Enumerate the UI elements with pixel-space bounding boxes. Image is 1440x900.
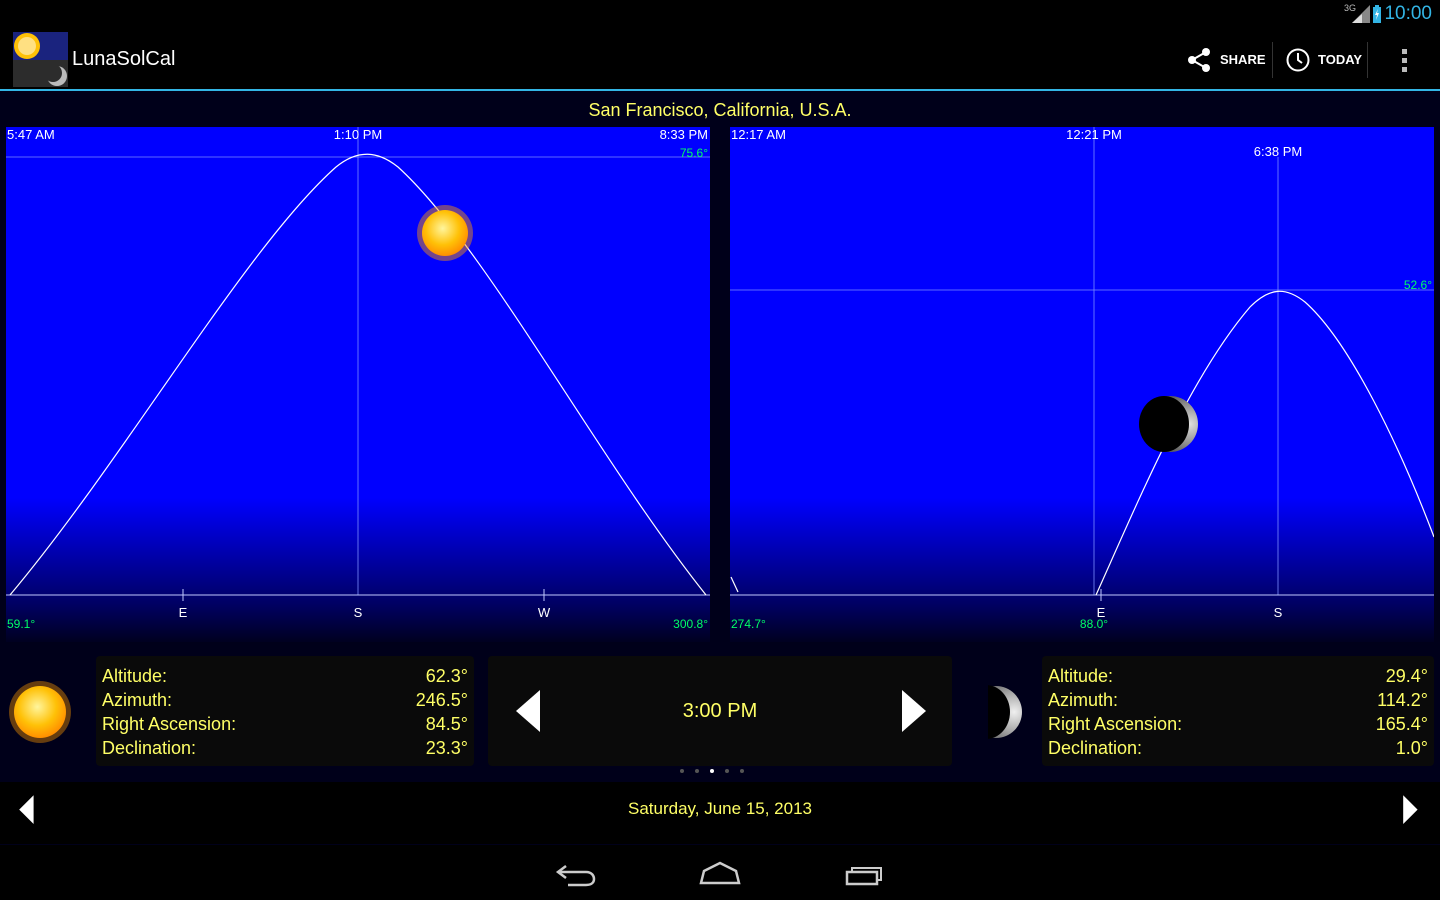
clock-icon — [1286, 48, 1310, 71]
sunset-time: 8:33 PM — [660, 127, 708, 142]
sun-position-icon — [417, 205, 473, 261]
page-indicator — [680, 769, 760, 777]
moonset-time: 6:38 PM — [1254, 144, 1302, 159]
right-arrow-icon — [902, 690, 926, 732]
moon-altitude-label: Altitude: — [1048, 666, 1114, 686]
moon-path-plot[interactable]: 12:17 AM 12:21 PM 6:38 PM 52.6° E S 274.… — [730, 127, 1434, 642]
status-clock: 10:00 — [1384, 3, 1432, 24]
direction-label-east: E — [179, 605, 188, 620]
sunrise-time: 5:47 AM — [7, 127, 55, 142]
moon-info-card: Altitude: 29.4° Azimuth: 114.2° Right As… — [1042, 656, 1434, 766]
time-next-button[interactable] — [898, 688, 928, 734]
location-title: San Francisco, California, U.S.A. — [588, 100, 852, 120]
moon-declination-label: Declination: — [1048, 738, 1143, 758]
moon-ra-value: 165.4° — [1375, 714, 1428, 734]
selected-date[interactable]: Saturday, June 15, 2013 — [0, 799, 1440, 819]
action-separator — [1367, 42, 1368, 78]
recents-icon[interactable] — [843, 858, 887, 890]
today-button[interactable]: TODAY — [1286, 30, 1362, 89]
moonrise-azimuth-label: 88.0° — [1080, 617, 1108, 631]
share-button[interactable]: SHARE — [1186, 30, 1266, 89]
sunrise-azimuth-label: 59.1° — [7, 617, 35, 631]
direction-label-west: W — [538, 605, 551, 620]
action-separator — [1272, 42, 1273, 78]
app-logo-icon[interactable] — [13, 32, 68, 87]
sun-info-card: Altitude: 62.3° Azimuth: 246.5° Right As… — [96, 656, 474, 766]
sunset-azimuth-label: 300.8° — [673, 617, 708, 631]
moonrise-time: 12:17 AM — [731, 127, 786, 142]
page-dot[interactable] — [695, 769, 699, 773]
moon-transit-time: 12:21 PM — [1066, 127, 1122, 142]
page-dot[interactable] — [725, 769, 729, 773]
back-icon[interactable] — [554, 858, 598, 890]
moon-left-azimuth-label: 274.7° — [731, 617, 766, 631]
sun-ra-value: 84.5° — [425, 714, 468, 734]
moon-altitude-value: 29.4° — [1385, 666, 1428, 686]
battery-icon — [1373, 5, 1381, 23]
share-icon — [1188, 47, 1210, 72]
overflow-menu-icon[interactable] — [1396, 44, 1412, 76]
direction-label-south: S — [1274, 605, 1283, 620]
sun-azimuth-value: 246.5° — [415, 690, 468, 710]
right-arrow-icon — [1403, 795, 1418, 824]
sun-transit-time: 1:10 PM — [334, 127, 382, 142]
moon-max-altitude-label: 52.6° — [1404, 278, 1432, 292]
sun-icon — [9, 681, 71, 743]
sun-max-altitude-label: 75.6° — [680, 146, 708, 160]
sun-altitude-label: Altitude: — [102, 666, 168, 686]
app-title: LunaSolCal — [72, 48, 176, 70]
selected-time: 3:00 PM — [682, 700, 758, 722]
moon-azimuth-value: 114.2° — [1377, 690, 1428, 710]
sun-path-plot[interactable]: 5:47 AM 1:10 PM 8:33 PM 75.6° E S W 59.1… — [6, 127, 710, 642]
date-next-button[interactable] — [1400, 792, 1424, 832]
today-label: TODAY — [1318, 52, 1363, 67]
signal-icon — [1352, 5, 1370, 23]
page-dot[interactable] — [680, 769, 684, 773]
status-bar — [0, 0, 1440, 30]
sun-ra-label: Right Ascension: — [102, 714, 237, 734]
page-dot[interactable] — [710, 769, 714, 773]
home-icon[interactable] — [698, 858, 742, 890]
sun-altitude-value: 62.3° — [425, 666, 468, 686]
moon-azimuth-label: Azimuth: — [1048, 690, 1119, 710]
moon-position-icon — [1139, 396, 1198, 452]
direction-label-south: S — [354, 605, 363, 620]
moon-ra-label: Right Ascension: — [1048, 714, 1183, 734]
moon-declination-value: 1.0° — [1395, 738, 1428, 758]
sun-azimuth-label: Azimuth: — [102, 690, 173, 710]
share-label: SHARE — [1220, 52, 1266, 67]
sky-background — [730, 127, 1434, 642]
moon-icon — [988, 685, 1022, 739]
sun-declination-value: 23.3° — [425, 738, 468, 758]
page-dot[interactable] — [740, 769, 744, 773]
sun-declination-label: Declination: — [102, 738, 197, 758]
